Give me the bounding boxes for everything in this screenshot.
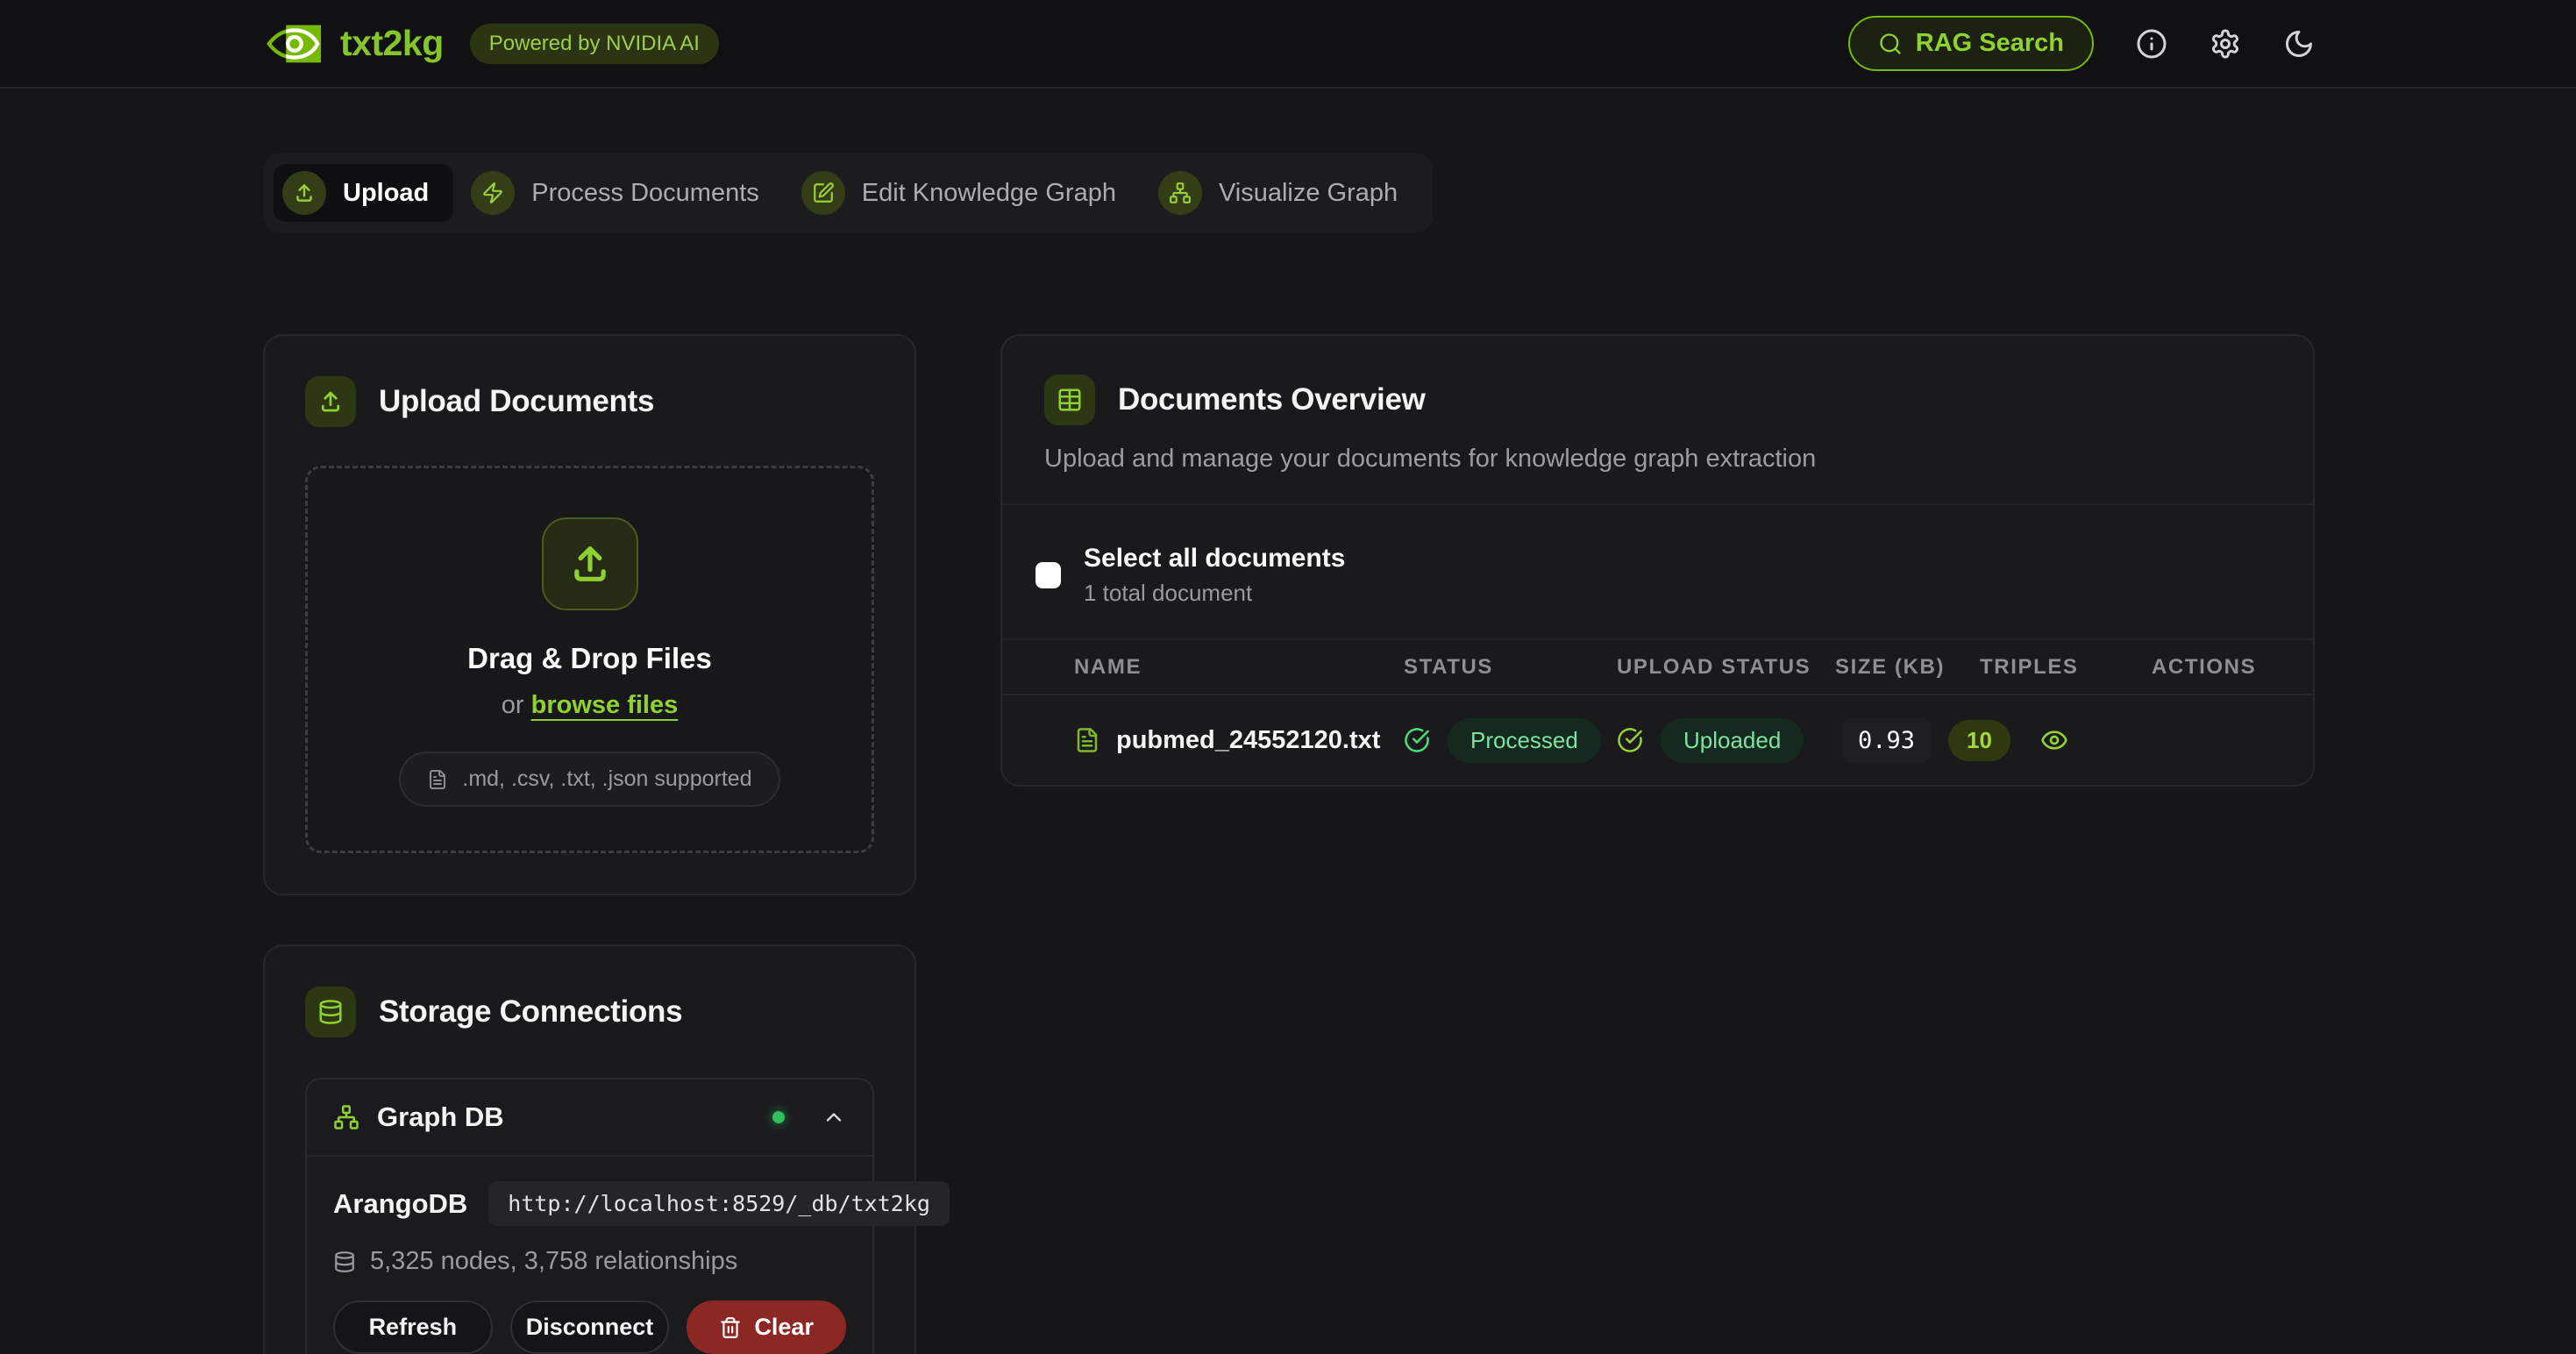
column-header-actions: ACTIONS xyxy=(2152,655,2313,680)
graph-db-details: ArangoDB http://localhost:8529/_db/txt2k… xyxy=(307,1157,872,1354)
nvidia-logo-icon xyxy=(263,23,323,65)
zap-icon xyxy=(471,171,515,215)
document-filename: pubmed_24552120.txt xyxy=(1116,726,1380,755)
dropzone-heading: Drag & Drop Files xyxy=(339,642,840,675)
tab-edit-knowledge-graph[interactable]: Edit Knowledge Graph xyxy=(793,164,1141,222)
column-header-size: SIZE (KB) xyxy=(1835,655,1980,680)
powered-by-badge: Powered by NVIDIA AI xyxy=(470,24,719,64)
clear-button[interactable]: Clear xyxy=(687,1301,846,1354)
db-connections-list: Graph DB ArangoDB http://localhost:8529/… xyxy=(305,1078,874,1354)
app-title: txt2kg xyxy=(340,23,444,64)
connection-url: http://localhost:8529/_db/txt2kg xyxy=(488,1181,950,1226)
settings-button[interactable] xyxy=(2210,28,2241,60)
upload-icon xyxy=(542,517,638,610)
supported-formats-pill: .md, .csv, .txt, .json supported xyxy=(399,752,779,807)
browse-files-link[interactable]: browse files xyxy=(531,691,679,719)
storage-connections-card: Storage Connections Graph DB xyxy=(263,944,916,1354)
rag-search-button[interactable]: RAG Search xyxy=(1848,16,2094,71)
gear-icon xyxy=(2210,28,2241,60)
tab-upload[interactable]: Upload xyxy=(274,164,453,222)
total-documents-count: 1 total document xyxy=(1084,580,1345,607)
graph-db-section-toggle[interactable]: Graph DB xyxy=(307,1080,872,1157)
view-document-button[interactable] xyxy=(2040,726,2068,754)
search-icon xyxy=(1878,32,1903,56)
database-icon xyxy=(333,1251,356,1273)
eye-icon xyxy=(2040,726,2068,754)
info-icon xyxy=(2136,28,2167,60)
file-text-icon xyxy=(1074,727,1100,753)
database-icon xyxy=(305,987,356,1037)
upload-panel-title: Upload Documents xyxy=(379,384,654,419)
chevron-up-icon xyxy=(822,1105,846,1130)
check-circle-icon xyxy=(1617,727,1643,753)
column-header-name: NAME xyxy=(1074,655,1404,680)
refresh-button[interactable]: Refresh xyxy=(333,1301,493,1354)
documents-overview-card: Documents Overview Upload and manage you… xyxy=(1000,334,2315,787)
graph-network-icon xyxy=(333,1104,359,1130)
edit-icon xyxy=(801,171,845,215)
file-icon xyxy=(427,769,448,790)
graph-db-stats: 5,325 nodes, 3,758 relationships xyxy=(333,1247,846,1276)
disconnect-button[interactable]: Disconnect xyxy=(510,1301,670,1354)
upload-icon xyxy=(282,171,326,215)
info-button[interactable] xyxy=(2136,28,2167,60)
column-header-status: STATUS xyxy=(1404,655,1617,680)
connected-status-dot xyxy=(772,1111,785,1123)
top-header: txt2kg Powered by NVIDIA AI RAG Search xyxy=(0,0,2576,89)
table-icon xyxy=(1044,374,1095,425)
check-circle-icon xyxy=(1404,727,1430,753)
table-row: pubmed_24552120.txt Processed Uploaded xyxy=(1002,695,2313,785)
size-value: 0.93 xyxy=(1842,718,1931,763)
documents-panel-subtitle: Upload and manage your documents for kno… xyxy=(1044,445,2271,474)
theme-toggle-button[interactable] xyxy=(2283,28,2315,60)
column-header-triples: TRIPLES xyxy=(1980,655,2152,680)
select-all-label: Select all documents xyxy=(1084,544,1345,574)
trash-icon xyxy=(719,1316,742,1339)
tab-process-documents[interactable]: Process Documents xyxy=(462,164,784,222)
moon-icon xyxy=(2283,28,2315,60)
upload-documents-card: Upload Documents Drag & Drop Files or br… xyxy=(263,334,916,895)
graph-network-icon xyxy=(1158,171,1202,215)
dropzone-subtext: or browse files xyxy=(339,691,840,720)
tab-visualize-graph[interactable]: Visualize Graph xyxy=(1149,164,1422,222)
column-header-upload-status: UPLOAD STATUS xyxy=(1617,655,1835,680)
graph-db-label: Graph DB xyxy=(377,1101,504,1133)
connection-name: ArangoDB xyxy=(333,1188,467,1220)
storage-panel-title: Storage Connections xyxy=(379,994,682,1030)
main-tabbar: Upload Process Documents Edit Knowledge … xyxy=(263,153,1433,232)
documents-panel-title: Documents Overview xyxy=(1118,382,1426,417)
status-badge: Processed xyxy=(1448,718,1601,763)
documents-table-header: NAME STATUS UPLOAD STATUS SIZE (KB) TRIP… xyxy=(1002,638,2313,695)
select-all-checkbox[interactable] xyxy=(1035,562,1061,588)
upload-icon xyxy=(305,376,356,427)
triples-count-badge: 10 xyxy=(1948,720,2010,761)
upload-status-badge: Uploaded xyxy=(1661,718,1804,763)
file-dropzone[interactable]: Drag & Drop Files or browse files .md, .… xyxy=(305,466,874,853)
